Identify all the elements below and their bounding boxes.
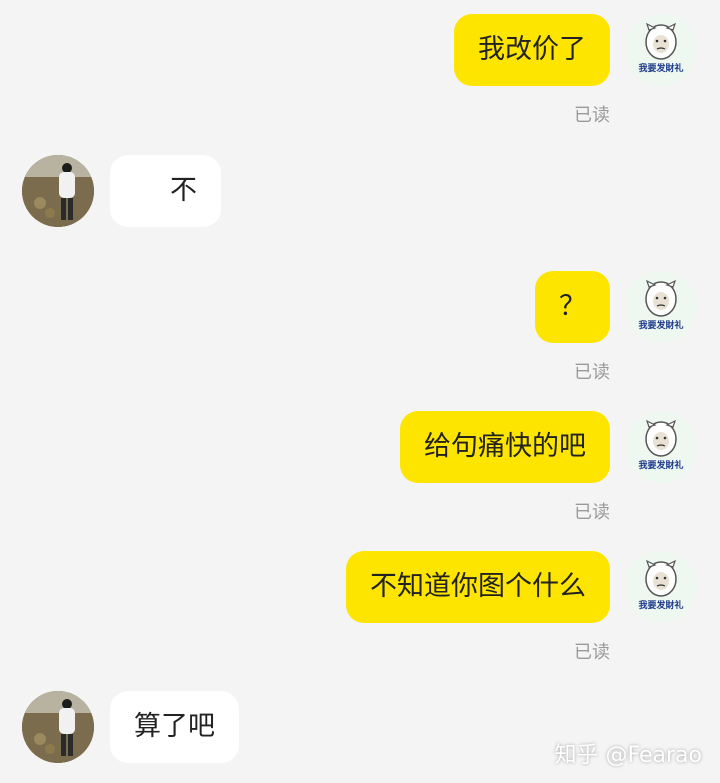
sticker-avatar-icon: 我要发財礼	[638, 419, 684, 471]
read-status: 已读	[574, 502, 610, 523]
message-bubble-other[interactable]: 算了吧	[110, 691, 239, 763]
message-row-other: 不	[0, 155, 720, 227]
avatar-me[interactable]: 我要发財礼	[625, 411, 697, 483]
sticker-caption: 我要发財礼	[638, 599, 683, 611]
avatar-other[interactable]	[22, 691, 94, 763]
chat-view[interactable]: 我改价了 我要发財礼 已读 不 ？ 我要发財礼 已读 给句痛快的吧 我要发財礼 …	[0, 0, 720, 783]
sticker-avatar-icon: 我要发財礼	[638, 279, 684, 331]
message-row-me: 不知道你图个什么 我要发財礼 已读	[0, 551, 720, 671]
message-row-me: 我改价了 我要发財礼 已读	[0, 14, 720, 134]
sticker-caption: 我要发財礼	[638, 62, 683, 74]
read-status: 已读	[574, 642, 610, 663]
photo-avatar-icon	[22, 155, 94, 227]
message-row-me: 给句痛快的吧 我要发財礼 已读	[0, 411, 720, 531]
sticker-caption: 我要发財礼	[638, 319, 683, 331]
read-status: 已读	[574, 105, 610, 126]
avatar-me[interactable]: 我要发財礼	[625, 14, 697, 86]
watermark: 知乎 @Fearao	[554, 743, 702, 768]
message-bubble-me[interactable]: ？	[535, 271, 610, 343]
photo-avatar-icon	[22, 691, 94, 763]
message-bubble-me[interactable]: 给句痛快的吧	[400, 411, 610, 483]
avatar-me[interactable]: 我要发財礼	[625, 271, 697, 343]
sticker-avatar-icon: 我要发財礼	[638, 22, 684, 74]
message-row-me: ？ 我要发財礼 已读	[0, 271, 720, 391]
message-bubble-other[interactable]: 不	[110, 155, 221, 227]
sticker-avatar-icon: 我要发財礼	[638, 559, 684, 611]
message-bubble-me[interactable]: 我改价了	[454, 14, 610, 86]
sticker-caption: 我要发財礼	[638, 459, 683, 471]
read-status: 已读	[574, 362, 610, 383]
message-bubble-me[interactable]: 不知道你图个什么	[346, 551, 610, 623]
avatar-me[interactable]: 我要发財礼	[625, 551, 697, 623]
avatar-other[interactable]	[22, 155, 94, 227]
